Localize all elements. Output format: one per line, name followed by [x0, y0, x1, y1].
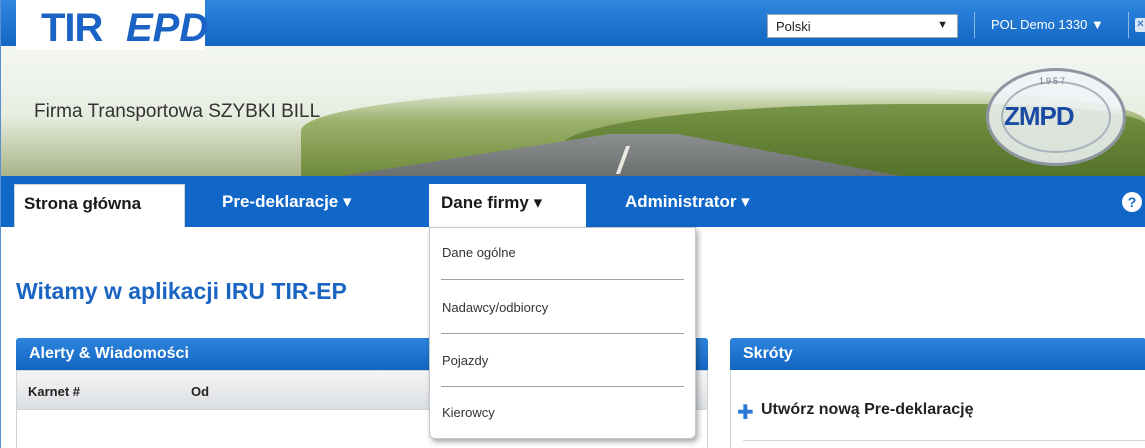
shortcuts-panel-header: Skróty — [730, 338, 1145, 370]
language-value: Polski — [776, 19, 811, 34]
tir-epd-logo[interactable]: TIR EPD — [16, 0, 209, 50]
zmpd-logo: 1957 ZMPD — [986, 68, 1126, 166]
column-header-from[interactable]: Od — [191, 384, 209, 399]
shortcut-create-pre-declaration[interactable]: ✚ Utwórz nową Pre-deklarację — [737, 401, 974, 424]
company-name: Firma Transportowa SZYBKI BILL — [34, 101, 321, 122]
divider — [743, 440, 1145, 441]
menu-item-drivers[interactable]: Kierowcy — [442, 405, 495, 420]
user-menu[interactable]: POL Demo 1330 ▼ — [991, 17, 1104, 32]
language-select[interactable]: Polski ▼ — [767, 14, 958, 38]
logo-epd-text: EPD — [126, 6, 209, 50]
nav-company-data[interactable]: Dane firmy ▾ — [429, 184, 586, 227]
help-icon[interactable]: ? — [1122, 192, 1142, 212]
alerts-panel-title: Alerty & Wiadomości — [29, 345, 189, 362]
divider — [441, 279, 684, 280]
page-title: Witamy w aplikacji IRU TIR-EP — [16, 278, 347, 304]
divider — [974, 12, 975, 38]
plus-icon: ✚ — [737, 402, 754, 424]
chevron-down-icon: ▼ — [1090, 17, 1104, 32]
divider — [441, 333, 684, 334]
shortcuts-panel: ✚ Utwórz nową Pre-deklarację — [730, 370, 1145, 448]
zmpd-year: 1957 — [1039, 76, 1068, 86]
header-banner: Firma Transportowa SZYBKI BILL 1957 ZMPD — [1, 46, 1145, 176]
company-data-dropdown: Dane ogólne Nadawcy/odbiorcy Pojazdy Kie… — [429, 227, 696, 439]
nav-administrator[interactable]: Administrator ▾ — [625, 176, 750, 227]
menu-item-senders-receivers[interactable]: Nadawcy/odbiorcy — [442, 300, 548, 315]
nav-home[interactable]: Strona główna — [14, 184, 185, 227]
divider — [1128, 12, 1129, 38]
nav-pre-declarations[interactable]: Pre-deklaracje ▾ — [222, 176, 352, 227]
main-nav: Strona główna Pre-deklaracje ▾ Dane firm… — [1, 176, 1145, 227]
shortcut-label: Utwórz nową Pre-deklarację — [761, 401, 974, 418]
chevron-down-icon: ▼ — [937, 19, 948, 31]
zmpd-text: ZMPD — [1004, 101, 1075, 131]
user-name: POL Demo 1330 — [991, 17, 1088, 32]
menu-item-vehicles[interactable]: Pojazdy — [442, 353, 488, 368]
logo-tir-text: TIR — [41, 6, 103, 50]
divider — [441, 386, 684, 387]
app-window: Polski ▼ POL Demo 1330 ▼ ✕ TIR EPD Firma… — [0, 0, 1145, 448]
column-header-carnet[interactable]: Karnet # — [28, 384, 80, 399]
menu-item-general-data[interactable]: Dane ogólne — [442, 245, 516, 260]
shortcuts-panel-title: Skróty — [743, 345, 793, 362]
logout-icon[interactable]: ✕ — [1135, 18, 1145, 32]
